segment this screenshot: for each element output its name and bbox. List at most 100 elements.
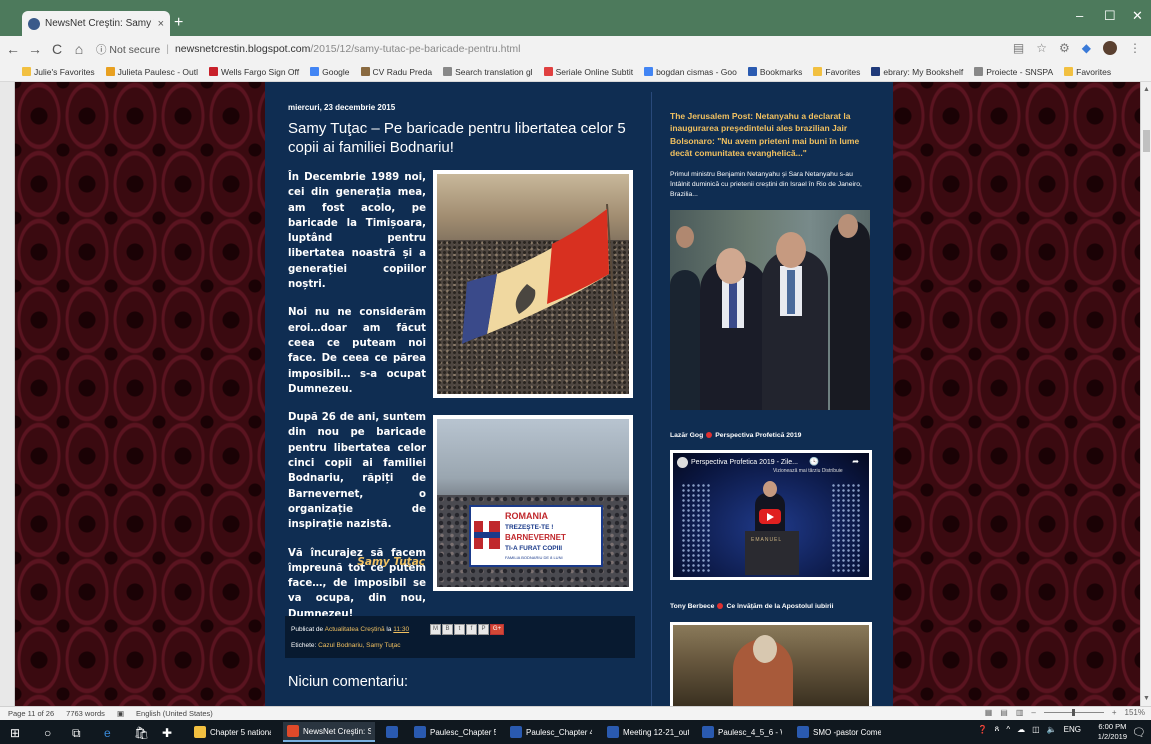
video-title[interactable]: Perspectiva Profetica 2019 - Zile... <box>691 459 798 466</box>
browser-tab[interactable]: NewsNet Creştin: Samy Tuţac – P × <box>22 11 170 36</box>
sidebar-video-heading[interactable]: Lazăr Gog Perspectiva Profetică 2019 <box>670 432 801 439</box>
extension-icon-2[interactable]: ◆ <box>1082 41 1091 55</box>
play-icon[interactable] <box>759 509 781 524</box>
home-button[interactable]: ⌂ <box>70 41 88 57</box>
bookmark-item[interactable]: Julieta Paulesc - Outl <box>105 67 198 77</box>
bookmark-item[interactable]: ebrary: My Bookshelf <box>871 67 963 77</box>
bookmark-icon <box>443 67 453 76</box>
app-icon[interactable]: ✚ <box>162 726 172 740</box>
word-count[interactable]: 7763 words <box>66 709 105 718</box>
task-view-icon[interactable]: ⧉ <box>72 726 81 741</box>
bookmark-icon <box>1064 67 1074 76</box>
taskbar-app[interactable]: Paulesc_Chapter 5 ... <box>410 722 500 742</box>
email-share-icon[interactable]: M <box>430 624 441 635</box>
taskbar-app[interactable]: Chapter 5 national ... <box>190 722 275 742</box>
author-link[interactable]: Actualitatea Creştină <box>325 626 385 633</box>
pinterest-share-icon[interactable]: P <box>478 624 489 635</box>
web-layout-icon[interactable]: ▥ <box>1016 708 1024 717</box>
reload-button[interactable]: C <box>48 41 66 57</box>
bookmark-item[interactable]: Bookmarks <box>747 67 802 77</box>
taskbar-app[interactable]: Paulesc_Chapter 4_... <box>506 722 596 742</box>
scroll-down-icon[interactable]: ▼ <box>1143 695 1150 702</box>
forward-button[interactable]: → <box>26 41 44 57</box>
new-tab-button[interactable]: + <box>174 14 183 32</box>
bookmark-item[interactable]: bogdan cismas - Goo <box>644 67 737 77</box>
address-bar[interactable]: ⓘ Not secure | newsnetcrestin.blogspot.c… <box>96 42 520 57</box>
back-button[interactable]: ← <box>4 41 22 57</box>
translate-icon[interactable]: ▤ <box>1013 41 1024 55</box>
watch-later-icon[interactable]: 🕓 <box>809 457 819 466</box>
extension-icon[interactable]: ⚙ <box>1059 41 1070 55</box>
clock[interactable]: 6:00 PM 1/2/2019 <box>1098 722 1127 742</box>
bookmark-label: Favorites <box>1076 66 1112 77</box>
volume-icon[interactable]: 🔈 <box>1047 725 1057 734</box>
print-layout-icon[interactable]: ▤ <box>1000 708 1008 717</box>
zoom-level[interactable]: 151% <box>1125 708 1145 717</box>
read-mode-icon[interactable]: ▦ <box>985 708 993 717</box>
scroll-thumb[interactable] <box>1143 130 1150 152</box>
bookmark-item[interactable]: Seriale Online Subtit <box>543 67 633 77</box>
scroll-up-icon[interactable]: ▲ <box>1143 86 1150 93</box>
blog-share-icon[interactable]: B <box>442 624 453 635</box>
taskbar-app[interactable]: Meeting 12-21_out... <box>603 722 693 742</box>
taskbar-app[interactable]: SMO -pastor Come... <box>793 722 885 742</box>
permalink-time[interactable]: 11:30 <box>393 626 409 633</box>
sidebar-article-heading[interactable]: Tony Berbece Ce învățăm de la Apostolul i… <box>670 603 833 610</box>
bookmark-item[interactable]: Search translation gl <box>443 67 533 77</box>
sidebar-article-title[interactable]: The Jerusalem Post: Netanyahu a declarat… <box>670 110 880 159</box>
help-icon[interactable]: ❓ <box>978 725 988 734</box>
facebook-share-icon[interactable]: f <box>466 624 477 635</box>
tab-close-icon[interactable]: × <box>158 18 164 30</box>
vertical-scrollbar[interactable]: ▲ ▼ <box>1140 82 1151 706</box>
post-title[interactable]: Samy Tuţac – Pe baricade pentru libertat… <box>288 120 643 158</box>
embedded-video[interactable]: Perspectiva Profetica 2019 - Zile... Viz… <box>670 450 872 580</box>
zoom-in-button[interactable]: + <box>1112 708 1117 717</box>
bookmark-item[interactable]: Proiecte - SNSPA <box>974 67 1053 77</box>
proofing-icon[interactable]: ▣ <box>117 709 124 718</box>
store-icon[interactable]: 🛍 <box>134 726 149 740</box>
menu-icon[interactable]: ⋮ <box>1129 41 1141 55</box>
share-icon[interactable]: ➦ <box>852 457 859 466</box>
netanyahu-bolsonaro-photo[interactable] <box>670 210 870 410</box>
maximize-button[interactable]: ☐ <box>1104 8 1116 24</box>
taskbar-app[interactable]: NewsNet Creştin: S... <box>283 722 375 742</box>
revolution-flag-photo[interactable] <box>433 170 633 398</box>
bookmark-item[interactable]: Favorites <box>1064 67 1111 77</box>
google-plus-share-icon[interactable]: G+ <box>490 624 504 635</box>
twitter-share-icon[interactable]: t <box>454 624 465 635</box>
windows-start-icon[interactable]: ⊞ <box>10 726 20 740</box>
language-status[interactable]: English (United States) <box>136 709 213 718</box>
url-path: /2015/12/samy-tutac-pe-baricade-pentru.h… <box>310 43 521 55</box>
zoom-slider[interactable] <box>1043 709 1104 716</box>
apostle-painting[interactable] <box>670 622 872 706</box>
star-icon[interactable]: ☆ <box>1036 41 1047 55</box>
bookmark-item[interactable]: Favorites <box>813 67 860 77</box>
security-label[interactable]: ⓘ Not secure <box>96 42 160 57</box>
bookmark-item[interactable]: CV Radu Preda <box>360 67 432 77</box>
taskbar-app[interactable]: Paulesc_4_5_6 - Wo... <box>698 722 786 742</box>
zoom-out-button[interactable]: – <box>1031 708 1035 717</box>
bookmark-label: Search translation gl <box>455 66 533 77</box>
bookmark-item[interactable]: Google <box>310 66 350 77</box>
close-button[interactable]: ✕ <box>1132 8 1143 24</box>
labels-links[interactable]: Cazul Bodnariu, Samy Tuţac <box>318 642 400 649</box>
notifications-icon[interactable]: 🗨 <box>1132 726 1146 739</box>
minimize-button[interactable]: – <box>1076 8 1083 23</box>
search-icon[interactable]: ○ <box>44 726 51 740</box>
protest-photo[interactable]: ROMANIA TREZEŞTE-TE ! BARNEVERNET TI-A F… <box>433 415 633 591</box>
bookmark-item[interactable]: Wells Fargo Sign Off <box>209 67 299 77</box>
taskbar-app[interactable] <box>382 722 404 742</box>
edge-icon[interactable]: e <box>104 726 111 740</box>
chevron-up-icon[interactable]: ^ <box>1006 725 1010 734</box>
input-language[interactable]: ENG <box>1064 725 1081 734</box>
cloud-icon[interactable]: ☁ <box>1017 725 1025 734</box>
page-count[interactable]: Page 11 of 26 <box>8 709 54 718</box>
bookmark-label: Favorites <box>825 66 861 77</box>
guard-head <box>676 226 694 248</box>
bookmark-item[interactable]: Julie's Favorites <box>22 67 95 77</box>
people-icon[interactable]: ጸ <box>995 724 1000 734</box>
network-icon[interactable]: ◫ <box>1032 725 1040 734</box>
profile-icon[interactable] <box>1103 41 1117 55</box>
bookmark-label: Google <box>322 66 350 77</box>
channel-avatar-icon <box>677 457 688 468</box>
